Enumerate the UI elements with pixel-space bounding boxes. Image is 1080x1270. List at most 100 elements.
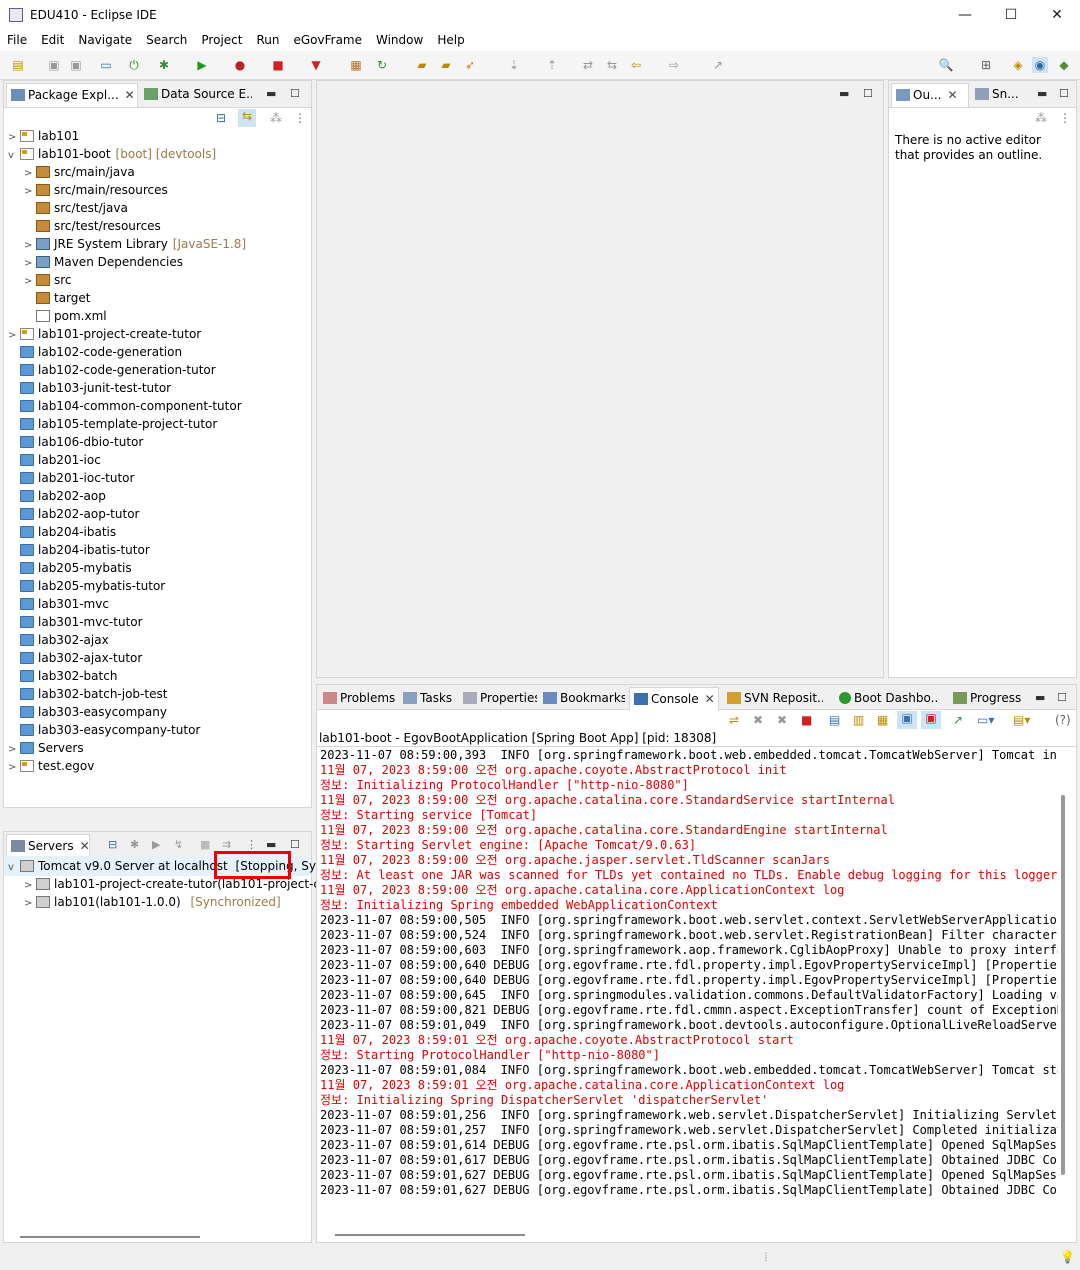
close-button[interactable]: ✕ bbox=[1034, 0, 1080, 30]
forward-icon[interactable]: ⇨ bbox=[666, 57, 682, 73]
tree-item-src-main-resources[interactable]: > src/main/resources bbox=[24, 181, 168, 199]
close-icon[interactable]: ✕ bbox=[705, 688, 715, 711]
tree-item-pom-xml[interactable]: pom.xml bbox=[24, 307, 107, 325]
maximize-editor-icon[interactable]: ☐ bbox=[863, 87, 873, 100]
collapse-all-icon[interactable]: ⊟ bbox=[216, 111, 226, 125]
tree-item-lab101[interactable]: > lab101 bbox=[8, 127, 79, 145]
open-perspective-icon[interactable]: ⊞ bbox=[978, 57, 994, 73]
publish-icon[interactable]: ⇉ bbox=[222, 838, 231, 851]
twisty-expanded-icon[interactable]: v bbox=[8, 147, 20, 165]
tree-item-lab205-mybatis[interactable]: lab205-mybatis bbox=[8, 559, 132, 577]
debug-server-icon[interactable]: ✱ bbox=[130, 838, 139, 851]
run-icon[interactable]: ▶ bbox=[194, 57, 210, 73]
next-annotation-icon[interactable]: ⇣ bbox=[506, 57, 522, 73]
tree-item-src-test-java[interactable]: src/test/java bbox=[24, 199, 128, 217]
show-on-stderr-icon[interactable]: ▣ bbox=[921, 711, 941, 729]
perspective-boot-icon[interactable]: ◆ bbox=[1056, 57, 1072, 73]
menu-navigate[interactable]: Navigate bbox=[71, 30, 139, 51]
tree-item-lab101-boot[interactable]: v lab101-boot [boot] [devtools] bbox=[8, 145, 216, 163]
tree-item-servers[interactable]: > Servers bbox=[8, 739, 84, 757]
refresh-icon[interactable]: ↻ bbox=[374, 57, 390, 73]
view-menu-icon[interactable]: ⋮ bbox=[1059, 111, 1071, 125]
server-module-row[interactable]: > lab101-project-create-tutor(lab101-proj… bbox=[24, 875, 339, 893]
horizontal-scrollbar[interactable] bbox=[335, 1234, 525, 1236]
tree-item-lab302-ajax[interactable]: lab302-ajax bbox=[8, 631, 109, 649]
tree-item-lab202-aop[interactable]: lab202-aop bbox=[8, 487, 106, 505]
tab-servers[interactable]: Servers ✕ bbox=[6, 834, 90, 858]
profile-server-icon[interactable]: ↯ bbox=[174, 838, 183, 851]
tree-item-lab102-code-generation-tutor[interactable]: lab102-code-generation-tutor bbox=[8, 361, 216, 379]
terminate-icon[interactable]: ■ bbox=[801, 713, 812, 727]
tree-item-lab303-easycompany[interactable]: lab303-easycompany bbox=[8, 703, 167, 721]
open-console-icon[interactable]: ▤▾ bbox=[1013, 713, 1030, 727]
maximize-view-icon[interactable]: ☐ bbox=[1059, 87, 1069, 100]
menu-search[interactable]: Search bbox=[139, 30, 194, 51]
pin-console-icon[interactable]: ↗ bbox=[953, 713, 963, 727]
tree-item-lab105-template-project-tutor[interactable]: lab105-template-project-tutor bbox=[8, 415, 217, 433]
menu-run[interactable]: Run bbox=[249, 30, 286, 51]
tab-svn-repositories[interactable]: SVN Reposit... bbox=[723, 687, 823, 710]
tab-properties[interactable]: Properties bbox=[459, 687, 537, 710]
twisty-collapsed-icon[interactable]: > bbox=[24, 895, 36, 913]
stop-server-icon[interactable]: ■ bbox=[200, 838, 210, 851]
vertical-scrollbar[interactable] bbox=[1061, 795, 1065, 1175]
tab-console[interactable]: Console ✕ bbox=[629, 687, 719, 711]
tree-item-lab102-code-generation[interactable]: lab102-code-generation bbox=[8, 343, 182, 361]
back-icon[interactable]: ⇦ bbox=[628, 57, 644, 73]
tree-item-target[interactable]: target bbox=[24, 289, 91, 307]
tab-package-explorer[interactable]: Package Expl... ✕ bbox=[6, 83, 138, 107]
tab-progress[interactable]: Progress bbox=[949, 687, 1023, 710]
minimize-view-icon[interactable]: ▬ bbox=[266, 87, 276, 100]
tree-item-lab204-ibatis[interactable]: lab204-ibatis bbox=[8, 523, 116, 541]
open-folder-icon[interactable]: ▰ bbox=[438, 57, 454, 73]
clear-console-icon[interactable]: ▤ bbox=[829, 713, 840, 727]
tree-item-maven-dependencies[interactable]: > Maven Dependencies bbox=[24, 253, 183, 271]
filter-icon[interactable]: ⁂ bbox=[1035, 111, 1047, 125]
start-server-icon[interactable]: ▶ bbox=[152, 838, 160, 851]
tab-outline[interactable]: Ou... ✕ bbox=[891, 83, 969, 107]
perspective-egov-icon[interactable]: ◉ bbox=[1032, 57, 1048, 73]
tree-item-lab201-ioc[interactable]: lab201-ioc bbox=[8, 451, 101, 469]
terminate-relaunch-icon[interactable]: ⇌ bbox=[729, 713, 739, 727]
tab-problems[interactable]: Problems bbox=[319, 687, 395, 710]
last-edit-2-icon[interactable]: ⇆ bbox=[604, 57, 620, 73]
tree-item-src-main-java[interactable]: > src/main/java bbox=[24, 163, 135, 181]
tree-item-lab301-mvc[interactable]: lab301-mvc bbox=[8, 595, 109, 613]
tab-bookmarks[interactable]: Bookmarks bbox=[539, 687, 625, 710]
maximize-button[interactable]: ☐ bbox=[988, 0, 1034, 30]
menu-egovframe[interactable]: eGovFrame bbox=[286, 30, 369, 51]
twisty-collapsed-icon[interactable]: > bbox=[8, 759, 20, 777]
link-with-editor-icon[interactable]: ⇆ bbox=[238, 109, 256, 127]
twisty-expanded-icon[interactable]: v bbox=[8, 859, 20, 877]
terminal-icon[interactable]: ▭ bbox=[98, 57, 114, 73]
minimize-view-icon[interactable]: ▬ bbox=[266, 838, 276, 851]
remove-all-launches-icon[interactable]: ✖ bbox=[777, 713, 787, 727]
minimize-view-icon[interactable]: ▬ bbox=[1037, 87, 1047, 100]
tree-item-test-egov[interactable]: > test.egov bbox=[8, 757, 94, 775]
scroll-lock-icon[interactable]: ▥ bbox=[853, 713, 864, 727]
word-wrap-icon[interactable]: ▦ bbox=[877, 713, 888, 727]
console-output[interactable]: 2023-11-07 08:59:00,393 INFO [org.spring… bbox=[320, 748, 1058, 1218]
filter-icon[interactable]: ⁂ bbox=[270, 111, 282, 125]
tree-item-src-test-resources[interactable]: src/test/resources bbox=[24, 217, 161, 235]
tree-item-lab201-ioc-tutor[interactable]: lab201-ioc-tutor bbox=[8, 469, 134, 487]
tree-item-lab101-project-create-tutor[interactable]: > lab101-project-create-tutor bbox=[8, 325, 201, 343]
menu-file[interactable]: File bbox=[0, 30, 34, 51]
server-icon[interactable]: ▼ bbox=[308, 57, 324, 73]
menu-project[interactable]: Project bbox=[194, 30, 249, 51]
tab-snippets[interactable]: Sn... bbox=[971, 83, 1031, 106]
tree-item-lab302-ajax-tutor[interactable]: lab302-ajax-tutor bbox=[8, 649, 142, 667]
launch-icon[interactable]: ➶ bbox=[462, 57, 478, 73]
minimize-view-icon[interactable]: ▬ bbox=[1035, 691, 1045, 704]
pin-editor-icon[interactable]: ↗ bbox=[710, 57, 726, 73]
package-icon[interactable]: ▦ bbox=[348, 57, 364, 73]
tree-item-lab302-batch-job-test[interactable]: lab302-batch-job-test bbox=[8, 685, 167, 703]
tree-item-src[interactable]: > src bbox=[24, 271, 72, 289]
save-all-icon[interactable]: ▣ bbox=[68, 57, 84, 73]
remove-launch-icon[interactable]: ✖ bbox=[753, 713, 763, 727]
tree-item-lab301-mvc-tutor[interactable]: lab301-mvc-tutor bbox=[8, 613, 143, 631]
tab-data-source-explorer[interactable]: Data Source E... bbox=[140, 83, 252, 106]
tree-item-lab205-mybatis-tutor[interactable]: lab205-mybatis-tutor bbox=[8, 577, 165, 595]
menu-help[interactable]: Help bbox=[430, 30, 471, 51]
save-icon[interactable]: ▣ bbox=[46, 57, 62, 73]
